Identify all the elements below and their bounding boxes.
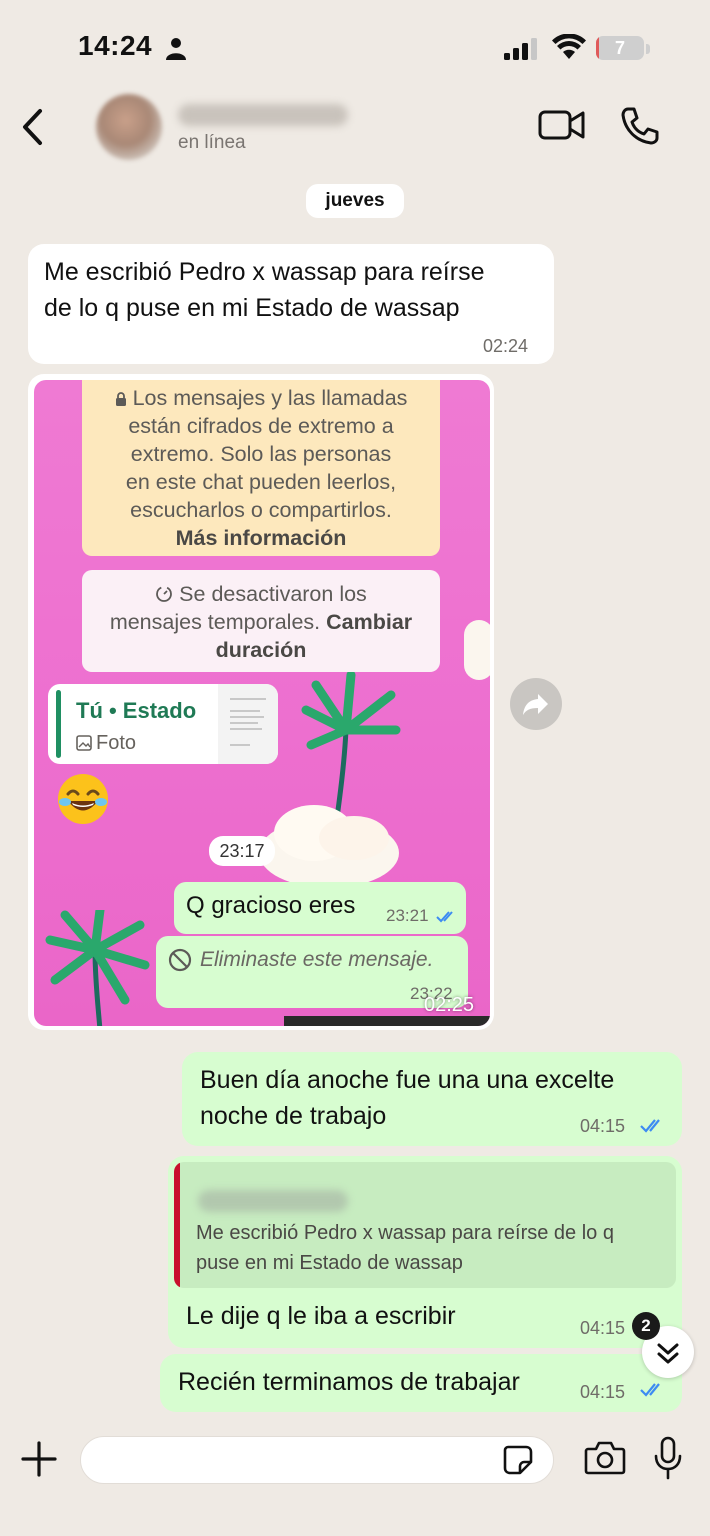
contact-name-blurred[interactable] xyxy=(178,104,348,126)
disappearing-messages-notice: Se desactivaron los mensajes temporales.… xyxy=(82,570,440,672)
camera-icon[interactable] xyxy=(584,1440,626,1476)
message-bubble-outgoing[interactable]: Buen día anoche fue una una excelte noch… xyxy=(182,1052,682,1146)
message-text-line: Me escribió Pedro x wassap para reírse xyxy=(44,258,485,286)
status-quote-card: Tú • Estado Foto xyxy=(48,684,278,764)
reply-quote[interactable]: Me escribió Pedro x wassap para reírse d… xyxy=(174,1162,676,1288)
forward-button[interactable] xyxy=(510,678,562,730)
encryption-line: extremo. Solo las personas xyxy=(130,442,392,466)
message-text-line: Le dije q le iba a escribir xyxy=(186,1302,456,1330)
message-text-line: noche de trabajo xyxy=(200,1102,387,1130)
phone-icon[interactable] xyxy=(620,106,660,146)
more-info-link: Más información xyxy=(175,526,347,550)
timer-icon xyxy=(156,586,173,602)
wifi-icon xyxy=(552,34,586,59)
deleted-message: Eliminaste este mensaje. 23:22 xyxy=(156,936,468,1008)
image-message-time: 02:25 xyxy=(424,994,475,1016)
encryption-notice: Los mensajes y las llamadas están cifrad… xyxy=(82,380,440,556)
message-time: 02:24 xyxy=(483,336,529,356)
message-text-line: Buen día anoche fue una una excelte xyxy=(200,1066,615,1094)
ice-cream-graphic xyxy=(464,620,490,680)
message-time: 04:15 xyxy=(580,1116,626,1136)
unread-count-badge: 2 xyxy=(632,1312,660,1340)
video-camera-icon[interactable] xyxy=(538,108,586,142)
avatar[interactable] xyxy=(96,94,162,160)
sticker-icon[interactable] xyxy=(502,1444,534,1476)
encryption-line: están cifrados de extremo a xyxy=(128,414,394,438)
screenshot-image[interactable]: Los mensajes y las llamadas están cifrad… xyxy=(34,380,490,1026)
encryption-line: en este chat pueden leerlos, xyxy=(125,470,397,494)
message-time: 04:15 xyxy=(580,1318,626,1338)
inner-time-pill: 23:17 xyxy=(209,836,275,866)
message-bubble-outgoing[interactable]: Recién terminamos de trabajar 04:15 xyxy=(160,1354,682,1412)
inner-outgoing-message: Q gracioso eres 23:21 xyxy=(174,882,466,934)
battery-level: 7 xyxy=(614,38,625,58)
battery-icon: 7 xyxy=(596,34,650,62)
reply-quote-line: Me escribió Pedro x wassap para reírse d… xyxy=(196,1222,614,1244)
change-duration-link: Cambiar xyxy=(326,610,413,634)
message-text-line: de lo q puse en mi Estado de wassap xyxy=(44,294,460,322)
signal-icon xyxy=(504,38,537,60)
message-bubble-incoming[interactable]: Me escribió Pedro x wassap para reírse d… xyxy=(28,244,554,364)
forward-icon xyxy=(523,694,548,715)
blocked-icon xyxy=(168,948,192,972)
encryption-line: escucharlos o compartirlos. xyxy=(130,498,392,522)
change-duration-link: duración xyxy=(215,638,307,662)
emoji-laughing xyxy=(56,772,110,826)
ice-cream-graphic xyxy=(259,805,399,888)
contact-status: en línea xyxy=(178,132,246,153)
status-time: 14:24 xyxy=(78,30,153,61)
double-check-icon xyxy=(640,1383,660,1397)
status-thumbnail xyxy=(218,684,278,764)
reply-quote-author-blurred xyxy=(198,1190,348,1212)
message-time: 04:15 xyxy=(580,1382,626,1402)
palm-tree-graphic xyxy=(45,910,150,1026)
double-check-icon xyxy=(436,911,453,923)
microphone-icon[interactable] xyxy=(652,1436,684,1480)
reply-quote-line: puse en mi Estado de wassap xyxy=(196,1252,463,1274)
date-separator: jueves xyxy=(306,184,404,218)
photo-icon xyxy=(76,735,92,751)
quote-subtitle: Foto xyxy=(76,732,136,755)
quote-title: Tú • Estado xyxy=(76,698,197,723)
message-bubble-outgoing-reply[interactable]: Me escribió Pedro x wassap para reírse d… xyxy=(168,1156,682,1348)
person-icon xyxy=(166,38,186,60)
plus-icon[interactable] xyxy=(20,1440,58,1478)
double-check-icon xyxy=(640,1119,660,1133)
encryption-line: Los mensajes y las llamadas xyxy=(132,386,408,410)
message-text-line: Recién terminamos de trabajar xyxy=(178,1368,520,1396)
notice-line: mensajes temporales. xyxy=(109,610,321,634)
notice-line: Se desactivaron los xyxy=(179,582,367,606)
chevron-left-icon[interactable] xyxy=(18,108,48,146)
message-input[interactable] xyxy=(80,1436,554,1484)
lock-icon xyxy=(115,392,126,406)
